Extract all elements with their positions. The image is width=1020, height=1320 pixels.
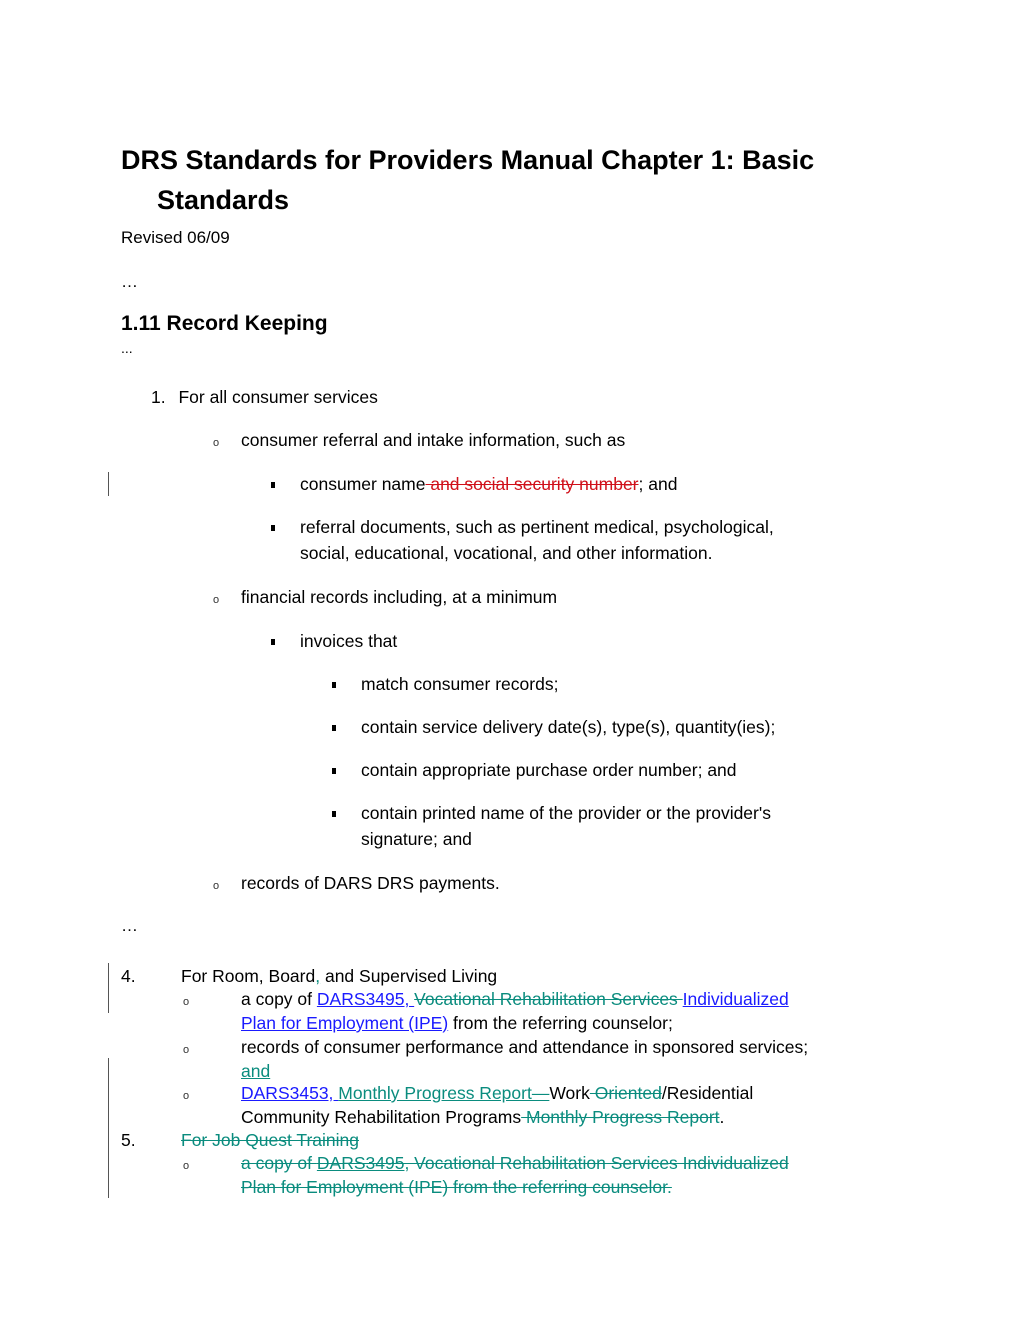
list-item-text-line2: Plan for Employment (IPE) from the refer… — [241, 1011, 673, 1035]
text-run: . — [719, 1107, 725, 1127]
square-bullet-icon — [271, 482, 275, 488]
document-title-continued: Standards — [157, 185, 290, 215]
list-item-text: records of consumer performance and atte… — [241, 1037, 809, 1057]
ellipsis-mid: … — [121, 916, 138, 935]
dars3495-link[interactable]: DARS3495, — [317, 989, 414, 1009]
inserted-text: Monthly Progress Report— — [338, 1083, 550, 1103]
list-item-4: 4. For Room, Board, and Supervised Livin… — [121, 964, 497, 988]
list-item-text: consumer referral and intake information… — [241, 430, 626, 450]
circle-bullet-icon: o — [213, 437, 220, 449]
text-run: consumer name — [300, 474, 426, 494]
deleted-text-line2: Plan for Employment (IPE) from the refer… — [241, 1177, 672, 1197]
list-item-text: records of DARS DRS payments. — [241, 873, 500, 893]
text-run: a copy of — [241, 989, 317, 1009]
list-number: 4. — [121, 966, 136, 986]
list-item-1a: o consumer referral and intake informati… — [213, 428, 625, 455]
document-title: DRS Standards for Providers Manual Chapt… — [121, 145, 815, 175]
circle-bullet-icon: o — [183, 996, 190, 1008]
list-item-label: For Room, Board, and Supervised Living — [181, 964, 497, 988]
circle-bullet-icon: o — [213, 594, 220, 606]
list-item-5: 5. For Job Quest Training — [121, 1128, 359, 1152]
section-heading: 1.11 Record Keeping — [121, 312, 328, 335]
change-bar — [108, 472, 109, 496]
deleted-text: For Job Quest Training — [181, 1130, 359, 1150]
list-item-text-line2: social, educational, vocational, and oth… — [300, 543, 713, 563]
list-item-text-line1: DARS3453, Monthly Progress Report—Work O… — [241, 1081, 753, 1105]
text-run: /Residential — [661, 1083, 754, 1103]
ipe-link-continued[interactable]: Plan for Employment (IPE) — [241, 1013, 448, 1033]
ellipsis-section: ... — [121, 340, 133, 356]
circle-bullet-icon: o — [183, 1044, 190, 1056]
revised-date: Revised 06/09 — [121, 228, 230, 247]
list-item-1: 1. For all consumer services — [151, 385, 378, 409]
list-item-text: match consumer records; — [361, 674, 559, 694]
text-run: For Room, Board — [181, 966, 316, 986]
list-number: 1. — [151, 387, 166, 407]
list-item-5a: o a copy of DARS3495, Vocational Rehabil… — [183, 1151, 789, 1197]
text-run: and Supervised Living — [320, 966, 498, 986]
list-item-4b: o records of consumer performance and at… — [183, 1035, 808, 1081]
list-item-text: invoices that — [300, 631, 398, 651]
change-bar — [108, 1058, 109, 1198]
square-bullet-icon — [332, 725, 336, 731]
deleted-text: Oriented — [589, 1083, 662, 1103]
list-item-1c: o records of DARS DRS payments. — [213, 871, 500, 898]
list-item-text: financial records including, at a minimu… — [241, 587, 558, 607]
dars3453-link[interactable]: DARS3453, — [241, 1083, 338, 1103]
ipe-link[interactable]: Individualized — [683, 989, 789, 1009]
list-item-4a: o a copy of DARS3495, Vocational Rehabil… — [183, 987, 789, 1033]
square-bullet-icon — [332, 768, 336, 774]
deleted-text-line1: a copy of DARS3495, Vocational Rehabilit… — [241, 1151, 789, 1175]
list-item-text-line1: a copy of DARS3495, Vocational Rehabilit… — [241, 987, 789, 1011]
change-bar — [108, 963, 109, 1013]
square-bullet-icon — [271, 525, 275, 531]
deleted-text: Monthly Progress Report — [521, 1107, 720, 1127]
circle-bullet-icon: o — [183, 1090, 190, 1102]
list-number: 5. — [121, 1130, 136, 1150]
list-item-text-line1: contain printed name of the provider or … — [361, 803, 771, 823]
list-item-text: contain service delivery date(s), type(s… — [361, 717, 776, 737]
text-run: Work — [549, 1083, 590, 1103]
deleted-text: and social security number — [425, 474, 639, 494]
square-bullet-icon — [332, 682, 336, 688]
square-bullet-icon — [271, 639, 275, 645]
list-item-text: consumer name and social security number… — [300, 472, 677, 496]
text-run: from the referring counselor; — [448, 1013, 673, 1033]
text-run: Community Rehabilitation Programs — [241, 1107, 522, 1127]
list-item-text-line2: signature; and — [361, 829, 472, 849]
square-bullet-icon — [332, 811, 336, 817]
dars3495-link-deleted[interactable]: DARS3495 — [317, 1153, 405, 1173]
circle-bullet-icon: o — [213, 880, 220, 892]
list-item-1b: o financial records including, at a mini… — [213, 585, 557, 612]
list-item-4c: o DARS3453, Monthly Progress Report—Work… — [183, 1081, 753, 1127]
text-run: a copy of — [241, 1153, 317, 1173]
deleted-text: Vocational Rehabilitation Services — [414, 989, 683, 1009]
text-run: ; and — [638, 474, 678, 494]
list-item-text-line1: referral documents, such as pertinent me… — [300, 517, 774, 537]
ellipsis-top: … — [121, 272, 138, 291]
circle-bullet-icon: o — [183, 1160, 190, 1172]
text-run: , Vocational Rehabilitation Services Ind… — [404, 1153, 789, 1173]
list-item-label: For all consumer services — [178, 387, 378, 407]
list-item-text: contain appropriate purchase order numbe… — [361, 760, 737, 780]
inserted-text: and — [241, 1061, 271, 1081]
list-item-text-line2: Community Rehabilitation Programs Monthl… — [241, 1105, 724, 1129]
